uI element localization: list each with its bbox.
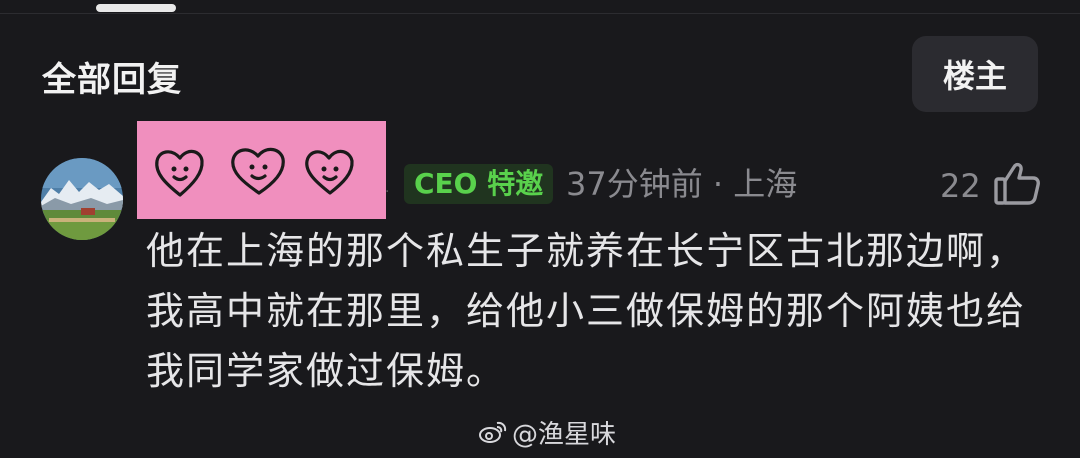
separator-dot: · (385, 184, 390, 200)
top-tab-indicator (96, 4, 176, 12)
thumbs-up-icon[interactable] (992, 158, 1042, 208)
weibo-icon (479, 421, 507, 443)
watermark-handle: @渔星味 (512, 419, 617, 450)
ceo-invited-badge: CEO 特邀 (404, 164, 554, 204)
replies-section-title: 全部回复 (42, 60, 182, 100)
heart-faces-sticker (155, 147, 354, 197)
like-count: 22 (940, 167, 981, 205)
comment-time-location: 37分钟前 · 上海 (566, 165, 798, 203)
username-sticker-cover (137, 121, 386, 219)
avatar[interactable] (41, 158, 123, 240)
top-divider (0, 13, 1080, 14)
avatar-image (41, 158, 123, 240)
op-only-filter-button[interactable]: 楼主 (912, 36, 1038, 112)
weibo-watermark: @渔星味 (478, 414, 616, 450)
comment-text: 他在上海的那个私生子就养在长宁区古北那边啊，我高中就在那里，给他小三做保姆的那个… (146, 229, 1027, 393)
